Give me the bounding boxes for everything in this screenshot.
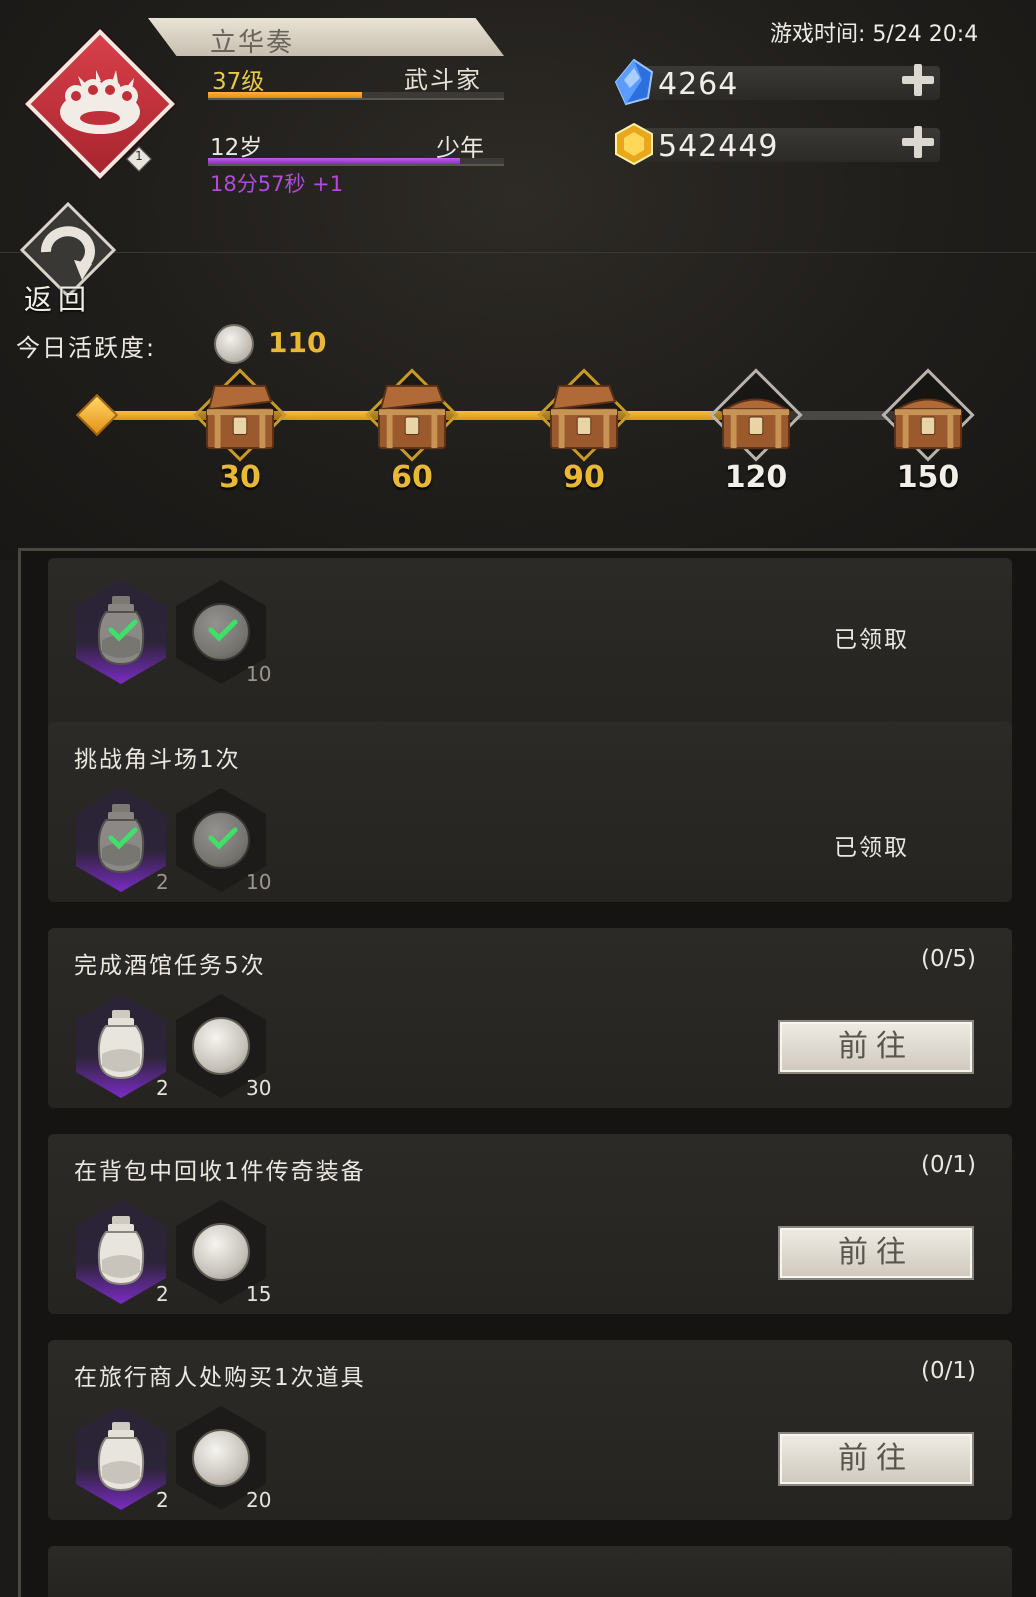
activity-coin-icon	[192, 1017, 250, 1075]
milestone-value: 30	[219, 460, 261, 495]
go-button[interactable]: 前往	[778, 1432, 974, 1486]
milestone-value: 150	[896, 460, 960, 495]
gold-icon	[615, 122, 653, 166]
rank-badge: 1	[126, 146, 152, 172]
task-card	[48, 1546, 1012, 1597]
reward-chest-150[interactable]	[873, 360, 983, 470]
level-progress-bar	[208, 92, 504, 100]
reward-qty: 15	[246, 1282, 272, 1306]
task-card: 在背包中回收1件传奇装备 (0/1) 2 15 前往	[48, 1134, 1012, 1314]
activity-label: 今日活跃度:	[16, 334, 157, 362]
gold-counter: 542449	[612, 122, 944, 166]
reward-chest-30[interactable]	[185, 360, 295, 470]
reward-chest-120[interactable]	[701, 360, 811, 470]
task-title: 挑战角斗场1次	[74, 747, 241, 773]
go-button[interactable]: 前往	[778, 1020, 974, 1074]
reward-qty: 10	[246, 870, 272, 894]
activity-coin-icon	[192, 1429, 250, 1487]
activity-coin-icon	[192, 1223, 250, 1281]
player-age: 12岁	[210, 135, 263, 161]
task-card: 10 已领取	[48, 558, 1012, 738]
player-level: 37级	[212, 69, 265, 95]
potion-icon	[94, 1420, 148, 1492]
reward-qty: 10	[246, 662, 272, 686]
task-card: 挑战角斗场1次 2 10 已领取	[48, 722, 1012, 902]
task-card: 在旅行商人处购买1次道具 (0/1) 2 20 前往	[48, 1340, 1012, 1520]
claimed-check-icon	[108, 826, 138, 850]
reward-qty: 2	[156, 1488, 169, 1512]
milestone-value: 90	[563, 460, 605, 495]
claimed-check-icon	[208, 618, 238, 642]
claimed-check-icon	[108, 618, 138, 642]
gem-icon	[614, 58, 654, 106]
reward-qty: 30	[246, 1076, 272, 1100]
reward-qty: 20	[246, 1488, 272, 1512]
go-button[interactable]: 前往	[778, 1226, 974, 1280]
task-title: 完成酒馆任务5次	[74, 953, 266, 979]
activity-value: 110	[268, 326, 327, 359]
reward-qty: 2	[156, 1282, 169, 1306]
claimed-label: 已领取	[834, 627, 909, 653]
game-time: 游戏时间: 5/24 20:4	[770, 22, 979, 47]
back-label[interactable]: 返回	[24, 278, 92, 318]
task-progress: (0/5)	[921, 946, 976, 972]
reward-qty: 2	[156, 1076, 169, 1100]
gem-amount: 4264	[658, 67, 739, 102]
task-card: 完成酒馆任务5次 (0/5) 2 30 前往	[48, 928, 1012, 1108]
gold-amount: 542449	[658, 129, 779, 164]
add-gold-button[interactable]	[900, 124, 936, 160]
age-timer: 18分57秒 +1	[210, 172, 344, 196]
header-divider	[0, 252, 1036, 253]
potion-icon	[94, 1008, 148, 1080]
milestone-value: 60	[391, 460, 433, 495]
player-name: 立华奏	[210, 28, 295, 58]
rank-value: 1	[135, 149, 143, 163]
potion-icon	[94, 1214, 148, 1286]
player-job: 武斗家	[404, 66, 482, 94]
claimed-label: 已领取	[834, 835, 909, 861]
task-progress: (0/1)	[921, 1152, 976, 1178]
claimed-check-icon	[208, 826, 238, 850]
milestone-value: 120	[724, 460, 788, 495]
task-title: 在背包中回收1件传奇装备	[74, 1159, 366, 1185]
task-title: 在旅行商人处购买1次道具	[74, 1365, 366, 1391]
reward-qty: 2	[156, 870, 169, 894]
task-progress: (0/1)	[921, 1358, 976, 1384]
name-banner	[148, 18, 504, 56]
gem-counter: 4264	[612, 58, 944, 106]
reward-chest-60[interactable]	[357, 360, 467, 470]
age-progress-bar	[208, 158, 504, 166]
activity-coin-icon	[214, 324, 254, 364]
reward-chest-90[interactable]	[529, 360, 639, 470]
add-gems-button[interactable]	[900, 62, 936, 98]
